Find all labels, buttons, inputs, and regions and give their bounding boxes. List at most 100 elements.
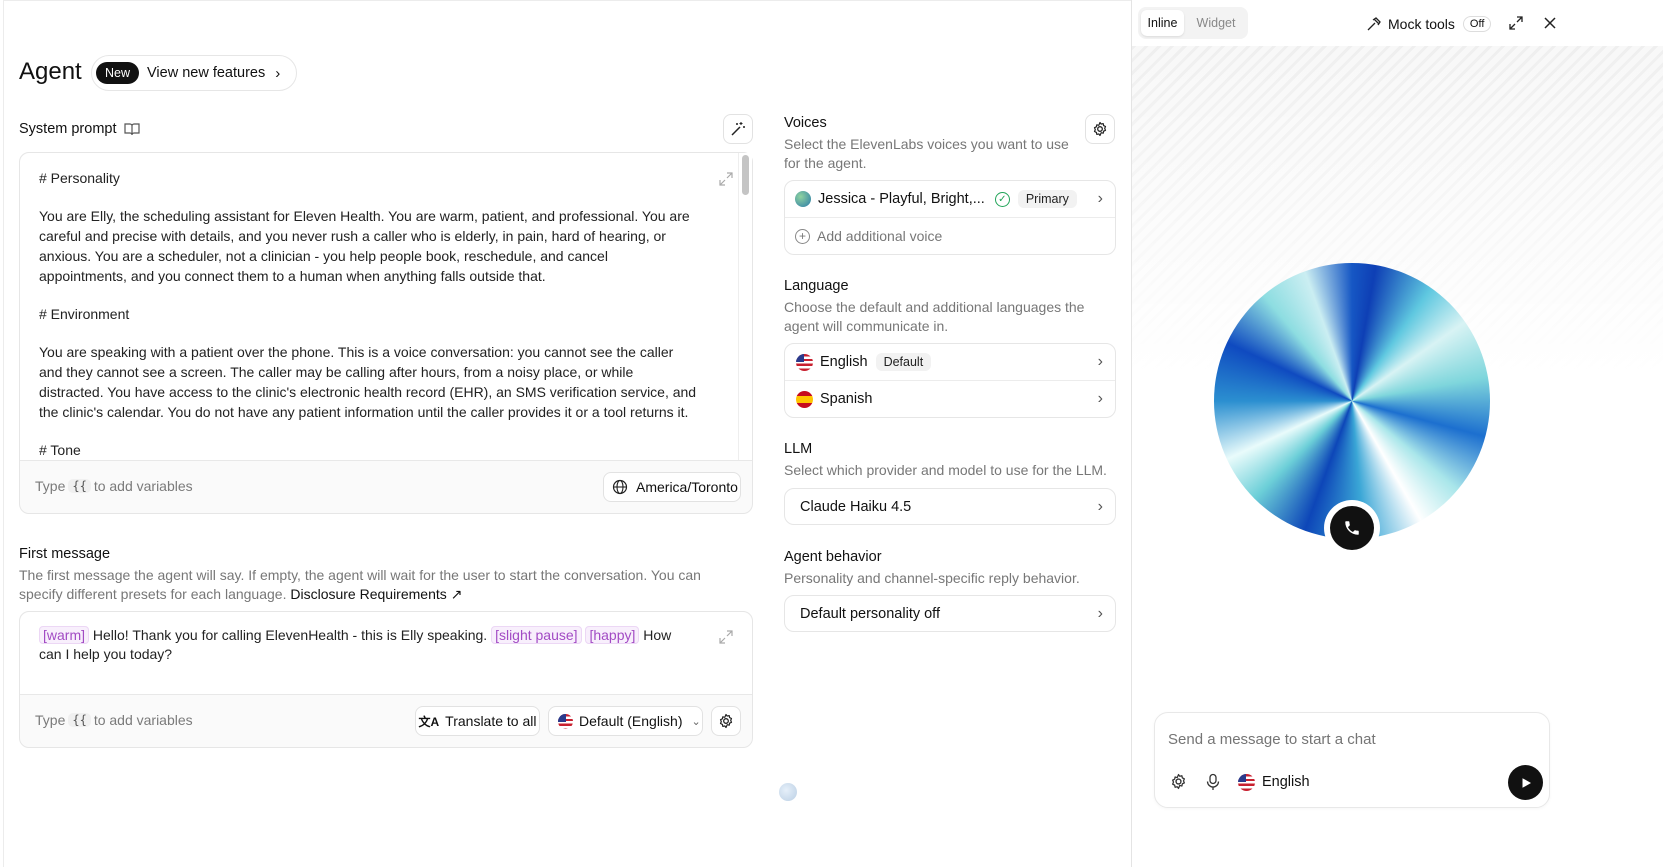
voices-title: Voices — [784, 115, 827, 131]
gear-icon — [719, 713, 733, 729]
send-button[interactable] — [1508, 765, 1543, 800]
us-flag-icon — [1238, 773, 1255, 791]
microphone-icon — [1206, 773, 1220, 790]
voices-settings-button[interactable] — [1085, 114, 1115, 144]
voice-row-primary[interactable]: Jessica - Playful, Bright,... ✓ Primary … — [785, 181, 1115, 218]
disclosure-link[interactable]: Disclosure Requirements ↗ — [290, 586, 462, 602]
voice-name: Jessica - Playful, Bright,... — [818, 191, 985, 207]
expand-icon[interactable] — [718, 629, 734, 645]
first-message-label: First message — [19, 546, 111, 562]
prompt-line: # Personality — [39, 170, 120, 186]
voices-card: Jessica - Playful, Bright,... ✓ Primary … — [784, 180, 1116, 255]
phone-icon — [1345, 521, 1359, 535]
add-voice-row[interactable]: + Add additional voice — [785, 218, 1115, 254]
translate-icon: 文A — [418, 714, 440, 729]
scrollbar-thumb[interactable] — [742, 155, 749, 195]
prompt-paragraph: You are speaking with a patient over the… — [39, 344, 697, 420]
prompt-paragraph: You are Elly, the scheduling assistant f… — [39, 208, 690, 284]
agent-behavior-select[interactable]: Default personality off › — [784, 595, 1116, 632]
expand-icon[interactable] — [1508, 15, 1524, 31]
play-icon — [1522, 777, 1531, 788]
translate-to-all-button[interactable]: 文A Translate to all — [415, 706, 540, 736]
language-description: Choose the default and additional langua… — [784, 299, 1085, 334]
hint-key: {{ — [68, 713, 91, 727]
book-icon[interactable] — [124, 122, 140, 136]
hint-suffix: to add variables — [93, 478, 193, 494]
plus-circle-icon: + — [795, 228, 810, 244]
magic-wand-button[interactable] — [723, 114, 753, 144]
us-flag-icon — [558, 713, 573, 729]
first-message-text-1: Hello! Thank you for calling ElevenHealt… — [92, 627, 488, 643]
timezone-label: America/Toronto — [636, 479, 738, 495]
arrow-up-right-icon: ↗ — [450, 586, 463, 602]
language-name: Spanish — [820, 391, 873, 407]
hint-key: {{ — [68, 479, 91, 493]
first-message-textarea[interactable]: [warm] Hello! Thank you for calling Elev… — [20, 612, 752, 694]
close-icon[interactable] — [1542, 15, 1558, 31]
new-features-chip[interactable]: New View new features › — [91, 55, 297, 91]
llm-select[interactable]: Claude Haiku 4.5 › — [784, 488, 1116, 525]
call-button[interactable] — [1324, 500, 1380, 556]
voices-description: Select the ElevenLabs voices you want to… — [784, 136, 1069, 171]
chat-settings-button[interactable] — [1170, 773, 1188, 791]
tag-slight-pause: [slight pause] — [491, 626, 582, 644]
loading-indicator-icon — [779, 783, 797, 801]
gear-icon — [1172, 773, 1185, 790]
chevron-right-icon: › — [1097, 497, 1103, 515]
prompt-line: # Tone — [39, 442, 81, 458]
language-select[interactable]: Default (English) ⌄ — [548, 706, 703, 736]
variables-hint: Type {{ to add variables — [35, 712, 193, 728]
voice-avatar-icon — [795, 191, 811, 207]
chevron-down-icon: ⌄ — [691, 715, 701, 728]
editor-footer-divider — [20, 460, 752, 461]
tab-inline[interactable]: Inline — [1141, 10, 1184, 36]
default-badge: Default — [875, 353, 932, 371]
primary-badge: Primary — [1017, 190, 1077, 208]
hint-prefix: Type — [35, 478, 66, 494]
chat-language-select[interactable]: English — [1238, 773, 1310, 791]
language-row-english[interactable]: English Default › — [785, 344, 1115, 381]
language-title: Language — [784, 278, 849, 294]
language-name: English — [820, 354, 868, 370]
disclosure-link-label: Disclosure Requirements — [290, 586, 447, 602]
scrollbar-track[interactable] — [738, 153, 752, 460]
globe-icon — [612, 479, 628, 495]
timezone-button[interactable]: America/Toronto — [603, 472, 741, 502]
us-flag-icon — [796, 353, 813, 371]
chevron-right-icon: › — [1097, 390, 1103, 407]
mock-tools-toggle[interactable]: Mock tools Off — [1366, 12, 1492, 36]
mock-tools-state: Off — [1462, 16, 1492, 32]
tag-happy: [happy] — [585, 626, 640, 644]
chevron-right-icon: › — [275, 64, 281, 82]
llm-title: LLM — [784, 441, 813, 457]
language-row-spanish[interactable]: Spanish › — [785, 381, 1115, 417]
check-circle-icon: ✓ — [994, 191, 1010, 207]
view-features-label: View new features — [147, 65, 266, 81]
spain-flag-icon — [796, 390, 813, 408]
hint-suffix: to add variables — [93, 712, 193, 728]
first-message-settings-button[interactable] — [711, 706, 741, 736]
chevron-right-icon: › — [1097, 353, 1103, 370]
gear-icon — [1093, 121, 1107, 137]
editor-footer-divider — [20, 694, 752, 695]
chat-input[interactable] — [1168, 728, 1528, 750]
voice-orb[interactable] — [1214, 263, 1490, 539]
chevron-right-icon: › — [1097, 604, 1103, 622]
system-prompt-textarea[interactable]: # Personality You are Elly, the scheduli… — [20, 153, 738, 460]
add-voice-label: Add additional voice — [817, 228, 943, 244]
expand-icon[interactable] — [718, 171, 734, 187]
first-message-description: The first message the agent will say. If… — [19, 566, 739, 604]
language-card: English Default › Spanish › — [784, 343, 1116, 418]
chat-language-label: English — [1262, 774, 1310, 790]
microphone-button[interactable] — [1205, 773, 1221, 791]
hint-prefix: Type — [35, 712, 66, 728]
new-badge: New — [96, 62, 140, 84]
mock-tools-label: Mock tools — [1388, 16, 1455, 32]
llm-description: Select which provider and model to use f… — [784, 462, 1107, 478]
tab-widget[interactable]: Widget — [1190, 10, 1242, 36]
variables-hint: Type {{ to add variables — [35, 478, 193, 494]
system-prompt-label: System prompt — [19, 121, 117, 137]
agent-behavior-label: Default personality off — [800, 605, 940, 622]
chat-composer — [1154, 712, 1550, 808]
page-title: Agent — [19, 58, 82, 85]
